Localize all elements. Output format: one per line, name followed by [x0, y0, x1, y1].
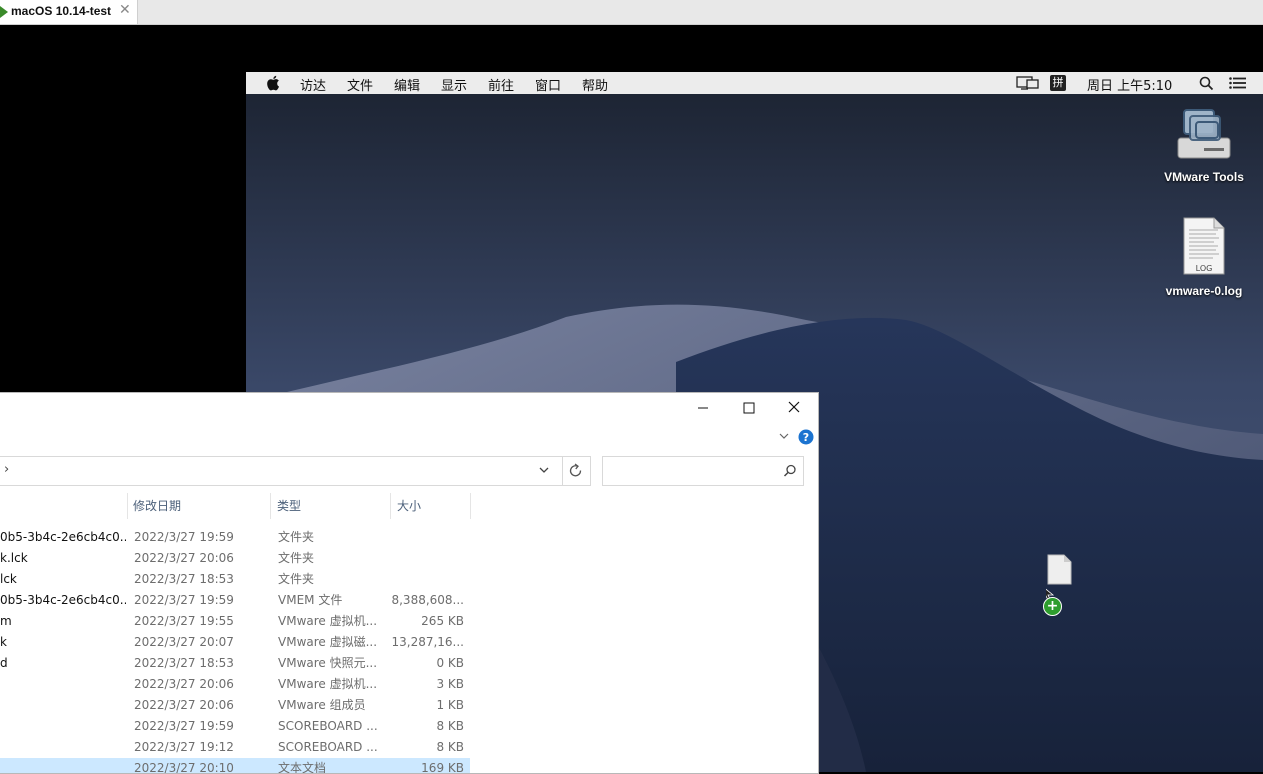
file-type: VMEM 文件 [278, 593, 343, 607]
file-row[interactable]: 2022/3/27 19:12 SCOREBOARD ... 8 KB [0, 737, 470, 758]
file-type: SCOREBOARD ... [278, 740, 378, 754]
file-size: 265 KB [421, 614, 464, 628]
disk-image-icon [1177, 109, 1231, 159]
column-header-date[interactable]: 修改日期 [127, 493, 271, 519]
file-date: 2022/3/27 19:59 [134, 719, 234, 733]
log-file-icon: LOG [1183, 217, 1225, 275]
refresh-icon [569, 463, 582, 477]
file-type: 文件夹 [278, 572, 315, 586]
file-size: 0 KB [436, 656, 464, 670]
drag-copy-badge-icon: + [1043, 597, 1062, 616]
minimize-button[interactable] [680, 393, 726, 423]
file-type: VMware 虚拟磁... [278, 635, 378, 649]
menu-window[interactable]: 窗口 [535, 75, 561, 94]
file-type: VMware 快照元... [278, 656, 378, 670]
close-button[interactable] [772, 393, 818, 423]
desktop-item-label: VMware Tools [1164, 170, 1244, 184]
file-row[interactable]: m 2022/3/27 19:55 VMware 虚拟机... 265 KB [0, 611, 470, 632]
ribbon-expand-chevron-icon[interactable] [778, 431, 790, 441]
file-size: 1 KB [436, 698, 464, 712]
svg-text:?: ? [803, 431, 809, 444]
file-name: 0b5-3b4c-2e6cb4c0... [0, 530, 126, 544]
log-badge: LOG [1196, 264, 1213, 273]
file-date: 2022/3/27 20:06 [134, 698, 234, 712]
file-date: 2022/3/27 20:06 [134, 551, 234, 565]
file-list: 0b5-3b4c-2e6cb4c0... 2022/3/27 19:59 文件夹… [0, 527, 470, 773]
desktop-item-vmware-log[interactable]: LOG vmware-0.log [1154, 216, 1254, 298]
address-breadcrumb-chevron[interactable]: › [4, 462, 9, 477]
vm-running-icon [0, 6, 8, 18]
file-date: 2022/3/27 18:53 [134, 572, 234, 586]
column-header-type[interactable]: 类型 [271, 493, 391, 519]
column-header-name[interactable] [0, 493, 128, 519]
file-date: 2022/3/27 19:12 [134, 740, 234, 754]
spotlight-search-icon[interactable] [1199, 76, 1214, 91]
menu-view[interactable]: 显示 [441, 75, 467, 94]
file-name: d [0, 656, 8, 670]
file-row[interactable]: 0b5-3b4c-2e6cb4c0... 2022/3/27 19:59 文件夹 [0, 527, 470, 548]
file-explorer-window[interactable]: ? › 修改日期 类型 大小 0b5-3b4c-2e6cb4c0... 2022… [0, 392, 819, 774]
file-date: 2022/3/27 20:06 [134, 677, 234, 691]
vm-tab-title: macOS 10.14-test [11, 4, 112, 18]
file-date: 2022/3/27 18:53 [134, 656, 234, 670]
file-date: 2022/3/27 19:59 [134, 530, 234, 544]
apple-logo-icon[interactable] [266, 75, 280, 91]
menu-help[interactable]: 帮助 [582, 75, 608, 94]
file-row[interactable]: 2022/3/27 20:06 VMware 组成员 1 KB [0, 695, 470, 716]
file-row[interactable]: lck 2022/3/27 18:53 文件夹 [0, 569, 470, 590]
menu-file[interactable]: 文件 [347, 75, 373, 94]
file-size: 13,287,16... [391, 635, 464, 649]
desktop-item-label: vmware-0.log [1165, 284, 1243, 298]
file-row[interactable]: 2022/3/27 20:06 VMware 虚拟机... 3 KB [0, 674, 470, 695]
maximize-button[interactable] [726, 393, 772, 423]
display-mirroring-icon[interactable] [1016, 76, 1040, 90]
file-size: 8,388,608... [391, 593, 464, 607]
file-row[interactable]: k.lck 2022/3/27 20:06 文件夹 [0, 548, 470, 569]
file-type: 文件夹 [278, 530, 315, 544]
vm-tab-macos[interactable]: macOS 10.14-test ✕ [0, 0, 138, 24]
file-type: SCOREBOARD ... [278, 719, 378, 733]
file-name: k [0, 635, 7, 649]
vm-tab-close-icon[interactable]: ✕ [119, 2, 131, 18]
notification-center-icon[interactable] [1229, 77, 1246, 89]
search-input[interactable] [602, 456, 804, 486]
file-row[interactable]: 0b5-3b4c-2e6cb4c0... 2022/3/27 19:59 VME… [0, 590, 470, 611]
menubar-clock[interactable]: 周日 上午5:10 [1087, 75, 1172, 94]
file-date: 2022/3/27 19:55 [134, 614, 234, 628]
file-type: 文件夹 [278, 551, 315, 565]
file-type: VMware 虚拟机... [278, 614, 378, 628]
file-name: 0b5-3b4c-2e6cb4c0... [0, 593, 126, 607]
search-icon [783, 464, 796, 477]
file-name: lck [0, 572, 17, 586]
input-method-icon[interactable]: 拼 [1050, 75, 1066, 91]
file-row[interactable]: d 2022/3/27 18:53 VMware 快照元... 0 KB [0, 653, 470, 674]
file-name: k.lck [0, 551, 28, 565]
address-history-dropdown-icon[interactable] [538, 466, 550, 476]
help-icon[interactable]: ? [798, 429, 814, 445]
file-date: 2022/3/27 20:07 [134, 635, 234, 649]
file-size: 8 KB [436, 719, 464, 733]
file-name: m [0, 614, 12, 628]
column-header-size[interactable]: 大小 [391, 493, 471, 519]
menu-edit[interactable]: 编辑 [394, 75, 420, 94]
address-bar[interactable]: › [0, 456, 563, 486]
file-row[interactable]: k 2022/3/27 20:07 VMware 虚拟磁... 13,287,1… [0, 632, 470, 653]
file-type: VMware 组成员 [278, 698, 366, 712]
mac-menu-bar: 访达 文件 编辑 显示 前往 窗口 帮助 拼 周日 上午5:10 [246, 72, 1263, 94]
file-date: 2022/3/27 19:59 [134, 593, 234, 607]
file-size: 3 KB [436, 677, 464, 691]
refresh-button[interactable] [562, 456, 591, 486]
file-type: VMware 虚拟机... [278, 677, 378, 691]
menu-finder[interactable]: 访达 [300, 75, 326, 94]
file-size: 8 KB [436, 740, 464, 754]
vmware-tab-bar: macOS 10.14-test ✕ [0, 0, 1263, 25]
menu-go[interactable]: 前往 [488, 75, 514, 94]
desktop-item-vmware-tools[interactable]: VMware Tools [1154, 104, 1254, 184]
file-row[interactable]: 2022/3/27 19:59 SCOREBOARD ... 8 KB [0, 716, 470, 737]
